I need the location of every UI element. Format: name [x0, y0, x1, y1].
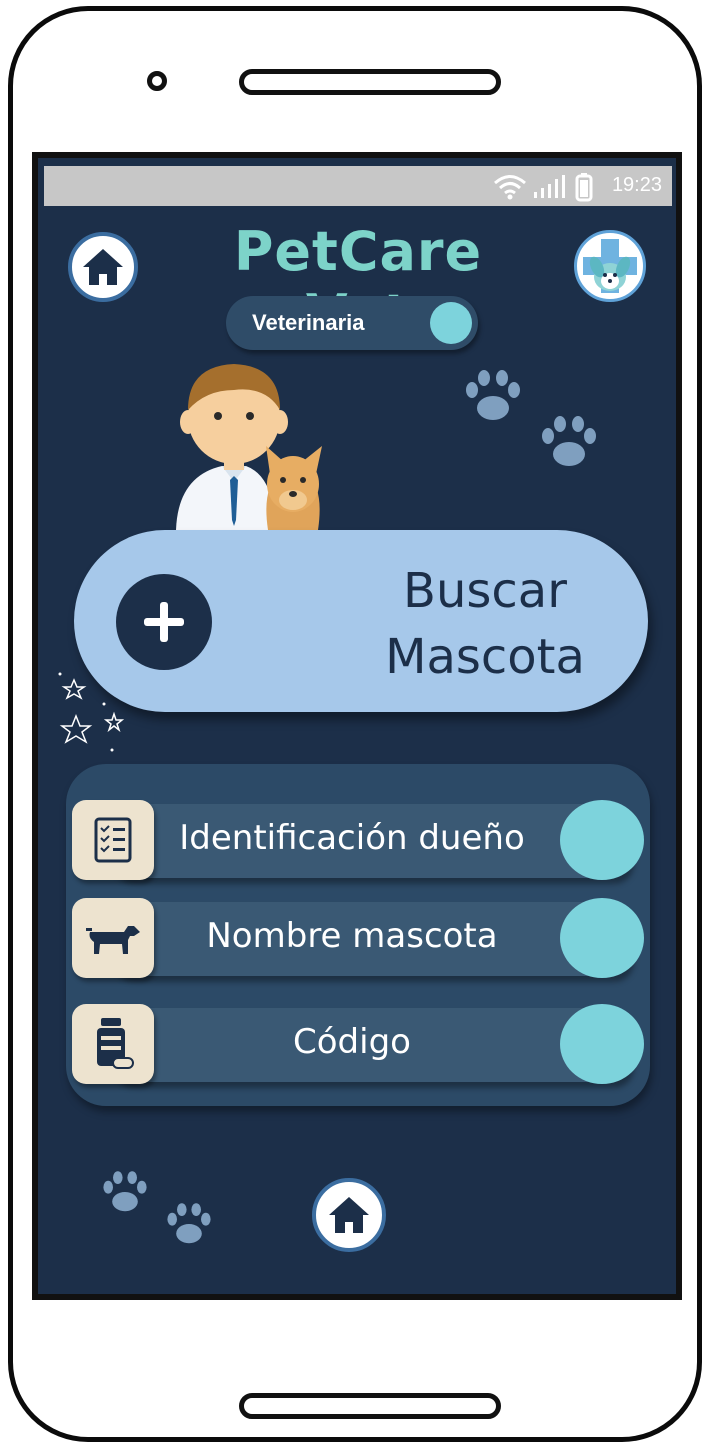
home-icon: [83, 249, 123, 285]
vet-cross-logo-icon: [583, 239, 637, 293]
search-label-line2: Mascota: [385, 629, 585, 685]
option-icon-tile: [72, 800, 154, 880]
home-button-top[interactable]: [68, 232, 138, 302]
camera-dot: [147, 71, 167, 91]
status-bar: 19:23: [44, 166, 672, 206]
option-label: Nombre mascota: [206, 916, 498, 956]
medicine-bottle-icon: [97, 1018, 134, 1069]
option-pet-name[interactable]: Nombre mascota: [72, 898, 644, 978]
signal-icon: [534, 175, 565, 198]
plus-button-circle: [116, 574, 212, 670]
option-icon-tile: [72, 1004, 154, 1084]
plus-icon: [144, 602, 184, 642]
wifi-icon: [494, 175, 526, 200]
option-select-dot[interactable]: [560, 898, 644, 978]
search-pet-button[interactable]: Buscar Mascota: [74, 530, 648, 712]
search-label-line1: Buscar: [403, 563, 567, 619]
option-label: Código: [293, 1022, 411, 1062]
option-select-dot[interactable]: [560, 1004, 644, 1084]
option-select-dot[interactable]: [560, 800, 644, 880]
paw-icon: [167, 1203, 211, 1244]
toggle-label: Veterinaria: [252, 310, 365, 335]
toggle-knob: [430, 302, 472, 344]
option-label: Identificación dueño: [179, 818, 525, 858]
vet-with-dog-illustration: [176, 364, 322, 530]
clipboard-checklist-icon: [94, 817, 132, 863]
app-screen: PetCare Vet Veterinaria: [44, 206, 672, 1288]
home-button-bottom[interactable]: [312, 1178, 386, 1252]
option-code[interactable]: Código: [72, 1004, 644, 1084]
option-icon-tile: [72, 898, 154, 978]
option-owner-id[interactable]: Identificación dueño: [72, 800, 644, 880]
home-icon: [329, 1197, 369, 1233]
stars-decoration-icon: [58, 672, 125, 752]
search-options-panel: Identificación dueño Nombre mascota Códi…: [66, 764, 650, 1106]
dog-icon: [86, 926, 140, 954]
veterinaria-toggle[interactable]: Veterinaria: [226, 296, 478, 350]
paw-icon: [542, 416, 596, 466]
paw-icon: [103, 1171, 147, 1212]
paw-icon: [466, 370, 520, 420]
status-time: 19:23: [611, 174, 662, 196]
top-speaker: [239, 69, 501, 95]
battery-icon: [575, 173, 593, 202]
bottom-speaker: [239, 1393, 501, 1419]
search-pet-label: Buscar Mascota: [340, 558, 630, 690]
vet-logo-badge[interactable]: [574, 230, 646, 302]
